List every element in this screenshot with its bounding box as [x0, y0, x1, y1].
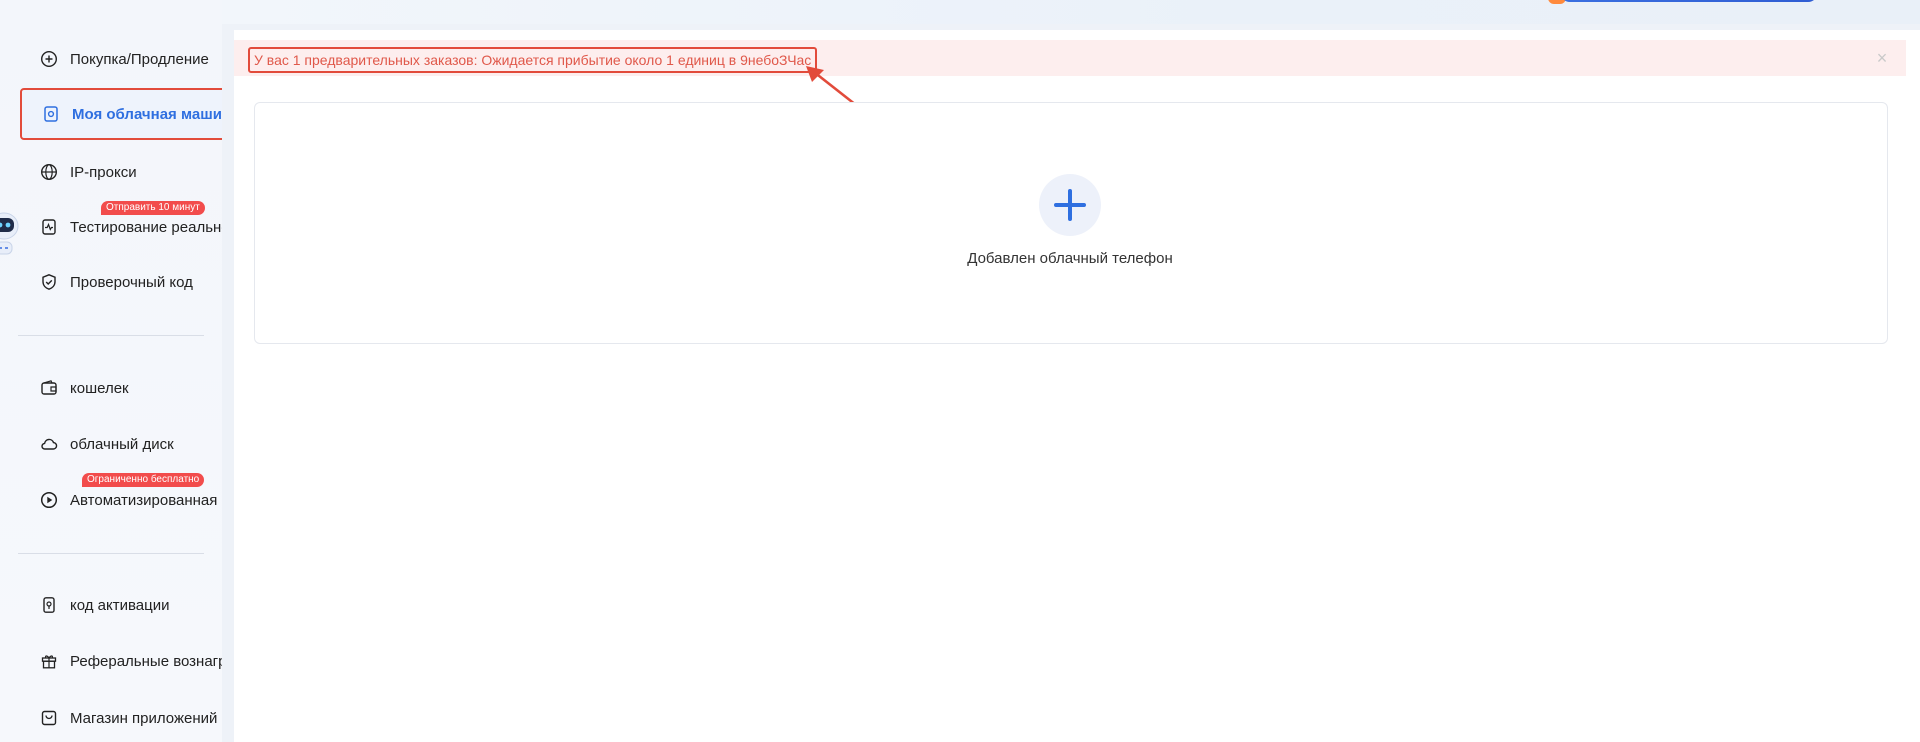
preorder-notice-text: У вас 1 предварительных заказов: Ожидает…	[248, 47, 818, 73]
sidebar-item-label: Реферальные вознаграж	[70, 652, 222, 670]
sidebar-item-purchase[interactable]: Покупка/Продление	[20, 35, 222, 83]
sidebar-item-label: Тестирование реального	[70, 218, 222, 236]
sidebar-item-label: Магазин приложений	[70, 709, 218, 727]
shield-icon	[42, 274, 56, 290]
sidebar-item-label: Автоматизированная ог	[70, 491, 222, 509]
cloud-icon	[41, 438, 58, 450]
sidebar-item-label: код активации	[70, 596, 170, 614]
sidebar-item-activation-code[interactable]: код активации	[20, 581, 222, 629]
header-action-button[interactable]	[1560, 0, 1818, 2]
sidebar-divider	[18, 335, 204, 336]
sidebar-item-label: IP-прокси	[70, 163, 137, 181]
sidebar-item-label: Покупка/Продление	[70, 50, 209, 68]
sidebar-item-cloud-disk[interactable]: облачный диск	[20, 420, 222, 468]
header-accent	[1548, 0, 1566, 4]
sidebar-item-automation[interactable]: Автоматизированная ог	[20, 476, 222, 524]
sidebar-item-label: облачный диск	[70, 435, 174, 453]
play-circle-icon	[40, 491, 58, 509]
add-cloud-phone-label: Добавлен облачный телефон	[967, 250, 1173, 267]
sidebar-item-referral-rewards[interactable]: Реферальные вознаграж	[20, 637, 222, 685]
globe-icon	[40, 163, 58, 181]
sidebar-item-wallet[interactable]: кошелек	[20, 364, 222, 412]
sidebar-item-verification-code[interactable]: Проверочный код	[20, 258, 222, 306]
plus-circle-icon	[40, 50, 58, 68]
close-icon[interactable]: ×	[1872, 48, 1892, 68]
add-cloud-phone-button[interactable]	[1039, 174, 1101, 236]
pulse-icon	[42, 219, 56, 235]
sidebar-item-app-store[interactable]: Магазин приложений	[20, 694, 222, 742]
sidebar-item-ip-proxy[interactable]: IP-прокси	[20, 148, 222, 196]
sidebar-item-label: Проверочный код	[70, 273, 193, 291]
assistant-robot-icon[interactable]	[0, 204, 22, 260]
activation-code-icon	[43, 597, 55, 613]
app-window: Покупка/Продление Моя облачная машина IP…	[0, 0, 1920, 742]
cloud-machine-icon	[44, 106, 58, 122]
top-header	[220, 0, 1920, 24]
sidebar-item-label: Моя облачная машина	[72, 105, 222, 123]
gift-icon	[41, 655, 57, 669]
wallet-icon	[41, 380, 57, 395]
sidebar-item-my-cloud-machine[interactable]: Моя облачная машина	[20, 88, 222, 140]
store-icon	[41, 710, 57, 726]
sidebar-divider	[18, 553, 204, 554]
sidebar-item-real-testing[interactable]: Тестирование реального	[20, 203, 222, 251]
sidebar-item-label: кошелек	[70, 379, 129, 397]
plus-icon	[1054, 189, 1086, 221]
sidebar: Покупка/Продление Моя облачная машина IP…	[0, 0, 222, 742]
